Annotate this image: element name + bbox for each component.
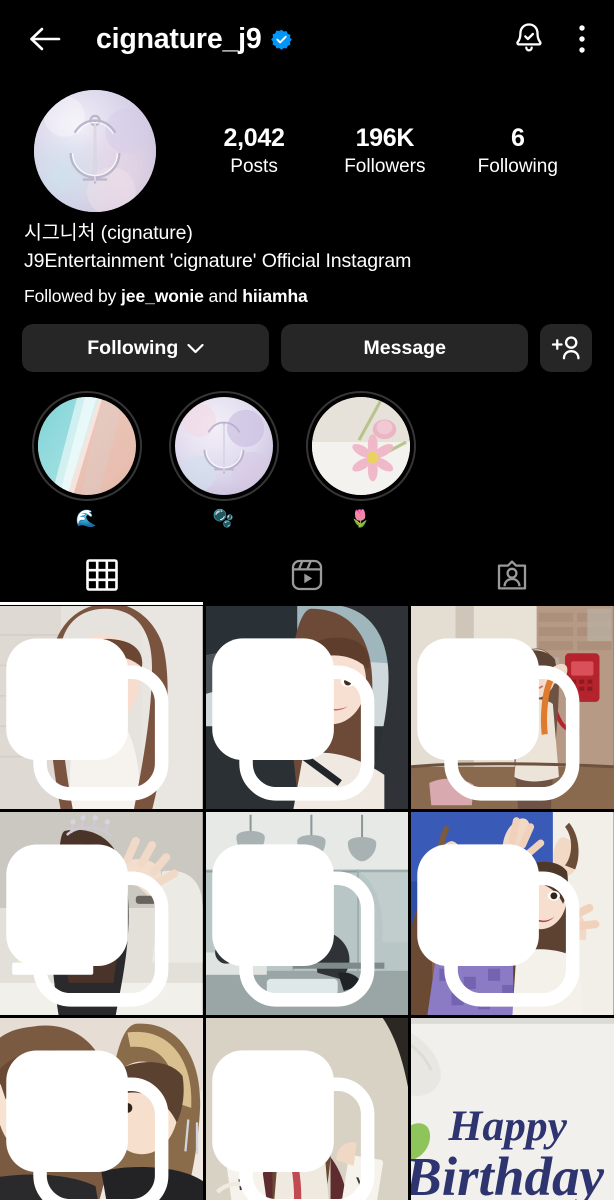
post-thumbnail [411, 812, 614, 1016]
highlight-cover-bubbles [174, 397, 273, 496]
post-happy-birthday-card[interactable]: Happy Birthday [411, 1018, 614, 1200]
post-selfie-phone[interactable] [0, 606, 203, 810]
chevron-down-icon [187, 343, 204, 353]
bell-check-icon [516, 23, 542, 52]
post-thumbnail [0, 606, 203, 810]
followed-by-conjunction: and [203, 286, 243, 307]
post-thumbnail [0, 812, 203, 1016]
birthday-text-birthday: Birthday [411, 1146, 605, 1200]
instagram-profile-screen: cignature_j9 2,042 Posts 196K Followers … [0, 0, 614, 1200]
notification-bell-button[interactable] [512, 21, 546, 57]
flower-cover-image [311, 397, 410, 496]
reels-icon [291, 560, 323, 591]
post-two-members-kiss[interactable] [0, 1018, 203, 1200]
app-header: cignature_j9 [0, 0, 614, 78]
bio-section: 시그니처 (cignature) J9Entertainment 'cignat… [0, 208, 614, 307]
post-thumbnail: Happy Birthday [411, 1018, 614, 1200]
avatar-image [34, 90, 156, 212]
stats-row: 2,042 Posts 196K Followers 6 Following [156, 123, 588, 179]
profile-title: cignature_j9 [96, 23, 512, 56]
post-thumbnail [411, 606, 614, 810]
followed-by-user-2[interactable]: hiiamha [242, 286, 308, 306]
posts-label: Posts [230, 156, 278, 178]
highlight-wave[interactable]: 🌊 [18, 391, 155, 531]
post-two-members-purple[interactable] [411, 812, 614, 1016]
post-car-selfie[interactable] [205, 606, 409, 810]
post-thumbnail [0, 1018, 203, 1200]
post-birthday-cake[interactable] [0, 812, 203, 1016]
post-fan-signs[interactable]: H Y [205, 1018, 409, 1200]
post-thumbnail: H Y [205, 1018, 409, 1200]
message-button-label: Message [363, 336, 446, 359]
story-highlights-row: 🌊 🫧 🌷 [0, 372, 614, 531]
add-person-button[interactable] [540, 324, 592, 373]
verified-badge-icon [270, 29, 292, 50]
arrow-left-icon [30, 27, 61, 51]
bio-display-name: 시그니처 (cignature) [24, 222, 193, 244]
post-thumbnail [205, 606, 409, 810]
bio-description: J9Entertainment 'cignature' Official Ins… [24, 249, 412, 272]
message-button[interactable]: Message [281, 324, 528, 373]
post-cafe-window[interactable] [205, 812, 409, 1016]
post-grid: H Y Happy Birthday [0, 606, 614, 1200]
back-button[interactable] [22, 16, 68, 62]
followed-by-user-1[interactable]: jee_wonie [121, 286, 204, 306]
action-buttons-row: Following Message [0, 307, 614, 373]
following-button-label: Following [87, 336, 179, 359]
iridescent-cover-image [174, 397, 273, 496]
avatar[interactable] [34, 90, 156, 212]
followers-count: 196K [355, 124, 415, 153]
birthday-text-happy: Happy [448, 1102, 568, 1150]
highlight-ring [168, 391, 279, 502]
post-thumbnail [205, 812, 409, 1016]
tab-tagged[interactable] [409, 545, 614, 605]
posts-count: 2,042 [223, 124, 285, 153]
beach-cover-image [37, 397, 136, 496]
stat-followers[interactable]: 196K Followers [344, 123, 425, 179]
profile-summary-row: 2,042 Posts 196K Followers 6 Following [0, 78, 614, 212]
post-red-phone[interactable] [411, 606, 614, 810]
header-actions [512, 21, 586, 57]
highlight-cover-wave [37, 397, 136, 496]
following-count: 6 [510, 124, 525, 153]
followed-by-prefix: Followed by [24, 286, 122, 307]
three-dot-menu-icon [579, 25, 585, 53]
followed-by[interactable]: Followed by jee_wonie and hiiamha [24, 286, 590, 307]
highlight-ring [305, 391, 416, 502]
following-label: Following [477, 156, 558, 178]
add-person-icon [551, 336, 580, 360]
username-title: cignature_j9 [96, 22, 262, 55]
tab-reels[interactable] [205, 545, 410, 605]
followers-label: Followers [344, 156, 426, 178]
grid-icon [86, 559, 119, 592]
active-tab-underline [0, 602, 203, 606]
tagged-icon [497, 560, 526, 590]
highlight-label: 🌷 [349, 509, 372, 529]
tab-grid[interactable] [0, 545, 205, 605]
more-options-button[interactable] [578, 23, 586, 55]
profile-tabs [0, 545, 614, 606]
highlight-ring [31, 391, 142, 502]
stat-posts[interactable]: 2,042 Posts [216, 123, 292, 179]
following-button[interactable]: Following [22, 324, 270, 373]
highlight-bubbles[interactable]: 🫧 [155, 391, 292, 531]
stat-following[interactable]: 6 Following [478, 123, 558, 179]
highlight-cover-tulip [311, 397, 410, 496]
highlight-label: 🌊 [75, 509, 98, 529]
highlight-tulip[interactable]: 🌷 [292, 391, 429, 531]
highlight-label: 🫧 [212, 509, 235, 529]
